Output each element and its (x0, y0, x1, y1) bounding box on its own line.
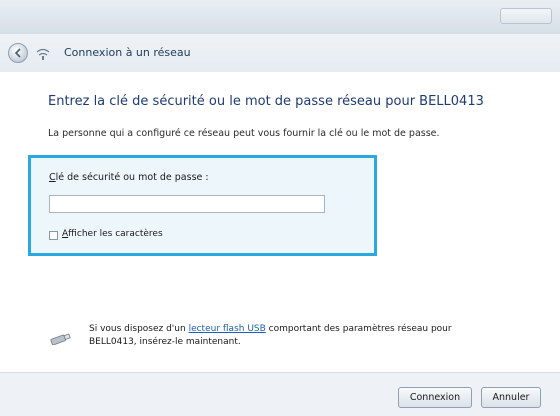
show-characters-label[interactable]: Afficher les caractères (62, 229, 163, 239)
usb-flash-drive-link[interactable]: lecteur flash USB (189, 324, 266, 334)
usb-text-before: Si vous disposez d'un (89, 324, 189, 334)
page-description: La personne qui a configuré ce réseau pe… (48, 128, 440, 139)
cancel-button[interactable]: Annuler (481, 387, 541, 408)
navigation-bar: Connexion à un réseau (0, 34, 560, 72)
security-key-label: Clé de sécurité ou mot de passe : (49, 172, 209, 183)
back-arrow-icon (14, 48, 21, 58)
window-title: Connexion à un réseau (64, 46, 191, 59)
connect-to-network-dialog: Connexion à un réseau Entrez la clé de s… (0, 0, 560, 416)
connect-button[interactable]: Connexion (398, 387, 472, 408)
back-button[interactable] (8, 43, 28, 63)
show-characters-label-text: fficher les caractères (68, 229, 163, 239)
usb-drive-icon (50, 330, 72, 346)
show-characters-checkbox[interactable] (49, 231, 58, 240)
close-button[interactable] (500, 8, 552, 24)
usb-instructions: Si vous disposez d'un lecteur flash USB … (89, 323, 479, 349)
security-key-input[interactable] (49, 195, 325, 213)
network-icon (35, 47, 51, 61)
title-bar (0, 0, 560, 34)
security-key-panel: Clé de sécurité ou mot de passe : Affich… (28, 155, 377, 256)
dialog-footer: Connexion Annuler (0, 372, 560, 416)
page-heading: Entrez la clé de sécurité ou le mot de p… (48, 94, 484, 109)
security-key-label-mnemonic: C (49, 172, 56, 183)
security-key-label-text: lé de sécurité ou mot de passe : (55, 172, 209, 183)
